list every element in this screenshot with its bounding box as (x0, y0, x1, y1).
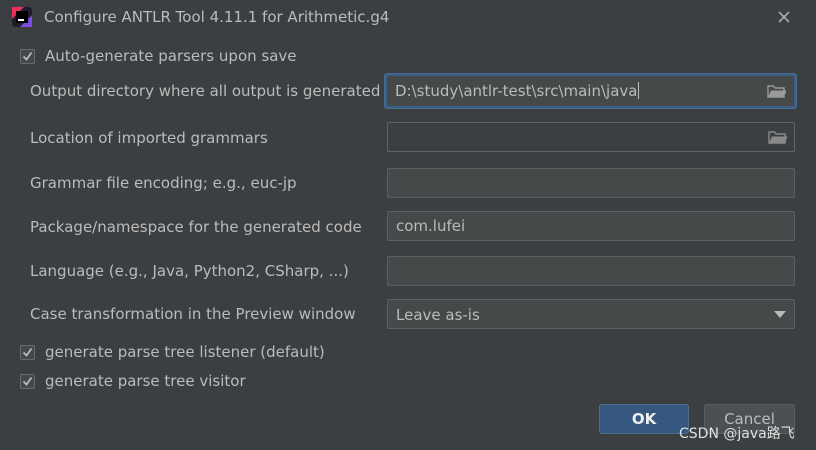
visitor-checkbox-row[interactable]: generate parse tree visitor (20, 370, 246, 392)
output-directory-value: D:\study\antlr-test\src\main\java (395, 82, 638, 100)
case-transformation-select[interactable]: Leave as-is (387, 299, 795, 329)
text-caret (638, 82, 640, 99)
folder-icon[interactable] (768, 129, 788, 145)
antlr-plugin-icon (12, 7, 32, 27)
case-transformation-value: Leave as-is (396, 306, 480, 324)
auto-generate-checkbox-row[interactable]: Auto-generate parsers upon save (20, 45, 297, 67)
listener-checkbox-row[interactable]: generate parse tree listener (default) (20, 341, 325, 363)
output-directory-label: Output directory where all output is gen… (30, 82, 381, 100)
output-directory-field[interactable]: D:\study\antlr-test\src\main\java (385, 74, 796, 108)
auto-generate-checkbox[interactable] (20, 48, 35, 64)
watermark-text: CSDN @java路飞 (679, 426, 795, 442)
title-bar: Configure ANTLR Tool 4.11.1 for Arithmet… (0, 0, 816, 36)
ok-button[interactable]: OK (599, 404, 689, 434)
language-field[interactable] (387, 256, 795, 286)
checkmark-icon (22, 376, 33, 386)
imported-grammars-label: Location of imported grammars (30, 129, 268, 147)
close-icon[interactable] (774, 7, 794, 27)
encoding-label: Grammar file encoding; e.g., euc-jp (30, 174, 297, 192)
language-label: Language (e.g., Java, Python2, CSharp, .… (30, 262, 349, 280)
package-label: Package/namespace for the generated code (30, 218, 362, 236)
checkmark-icon (22, 51, 33, 61)
listener-checkbox[interactable] (20, 344, 35, 360)
imported-grammars-field[interactable] (387, 122, 795, 152)
visitor-label: generate parse tree visitor (45, 372, 246, 390)
listener-label: generate parse tree listener (default) (45, 343, 325, 361)
package-field[interactable]: com.lufei (387, 211, 795, 241)
visitor-checkbox[interactable] (20, 373, 35, 389)
dialog-title: Configure ANTLR Tool 4.11.1 for Arithmet… (44, 8, 390, 26)
case-transformation-label: Case transformation in the Preview windo… (30, 305, 356, 323)
package-value: com.lufei (396, 217, 466, 235)
encoding-field[interactable] (387, 168, 795, 198)
folder-icon[interactable] (767, 83, 787, 99)
chevron-down-icon[interactable] (774, 311, 786, 318)
checkmark-icon (22, 347, 33, 357)
auto-generate-label: Auto-generate parsers upon save (45, 47, 297, 65)
